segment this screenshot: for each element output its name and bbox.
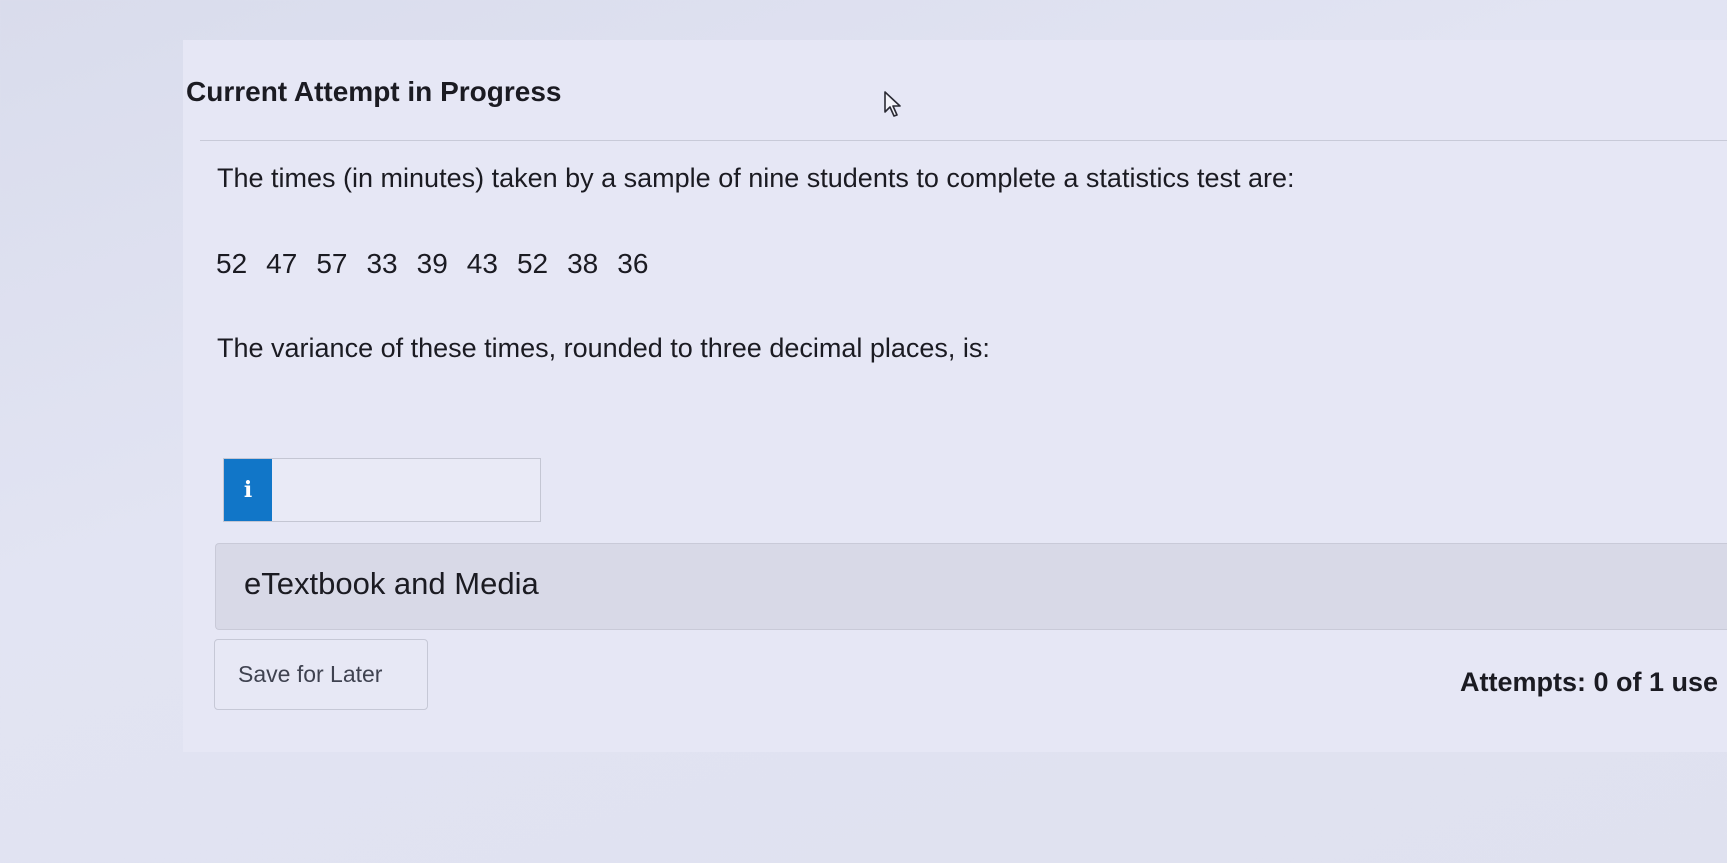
data-value: 52 bbox=[516, 248, 549, 279]
etextbook-media-label: eTextbook and Media bbox=[244, 566, 539, 601]
data-value: 39 bbox=[416, 248, 448, 279]
save-for-later-button[interactable]: Save for Later bbox=[214, 639, 428, 710]
data-value: 52 bbox=[216, 248, 248, 279]
page-title: Current Attempt in Progress bbox=[186, 76, 562, 107]
data-value: 33 bbox=[366, 248, 398, 279]
question-text: The times (in minutes) taken by a sample… bbox=[217, 163, 1295, 193]
data-value: 47 bbox=[266, 248, 298, 279]
data-values: 52 47 57 33 39 43 52 38 36 bbox=[216, 248, 667, 280]
answer-input[interactable] bbox=[273, 459, 544, 523]
data-value: 36 bbox=[617, 248, 649, 279]
data-value: 57 bbox=[316, 248, 348, 279]
info-icon[interactable]: i bbox=[224, 459, 272, 521]
mouse-cursor-icon bbox=[884, 91, 901, 117]
divider bbox=[200, 140, 1727, 141]
data-value: 43 bbox=[466, 248, 498, 279]
attempts-counter: Attempts: 0 of 1 use bbox=[1460, 667, 1719, 697]
answer-field: i bbox=[223, 458, 544, 523]
question-prompt: The variance of these times, rounded to … bbox=[217, 333, 990, 363]
etextbook-media-section[interactable]: eTextbook and Media bbox=[215, 543, 1727, 630]
data-value: 38 bbox=[567, 248, 599, 279]
